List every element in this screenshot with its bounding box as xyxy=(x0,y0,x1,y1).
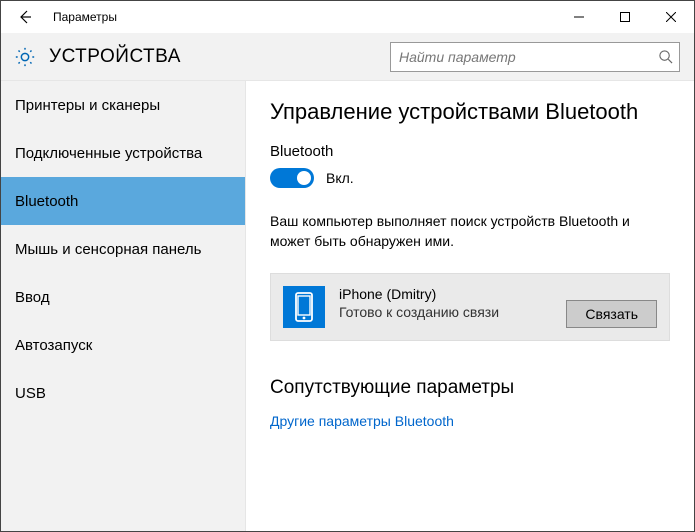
sidebar: Принтеры и сканеры Подключенные устройст… xyxy=(1,81,246,531)
sidebar-item-label: Ввод xyxy=(15,289,50,306)
related-heading: Сопутствующие параметры xyxy=(270,377,670,399)
sidebar-item-usb[interactable]: USB xyxy=(1,369,245,417)
page-title: Управление устройствами Bluetooth xyxy=(270,99,670,125)
sidebar-item-label: Подключенные устройства xyxy=(15,145,202,162)
sidebar-item-bluetooth[interactable]: Bluetooth xyxy=(1,177,245,225)
search-box[interactable] xyxy=(390,42,680,72)
maximize-button[interactable] xyxy=(602,1,648,33)
bluetooth-toggle[interactable] xyxy=(270,168,314,188)
phone-icon xyxy=(283,286,325,328)
sidebar-item-label: Bluetooth xyxy=(15,193,78,210)
sidebar-item-label: Автозапуск xyxy=(15,337,92,354)
sidebar-item-connected-devices[interactable]: Подключенные устройства xyxy=(1,129,245,177)
close-button[interactable] xyxy=(648,1,694,33)
window-title: Параметры xyxy=(49,10,556,24)
sidebar-item-printers[interactable]: Принтеры и сканеры xyxy=(1,81,245,129)
header: УСТРОЙСТВА xyxy=(1,33,694,81)
sidebar-item-label: USB xyxy=(15,385,46,402)
main-panel: Управление устройствами Bluetooth Blueto… xyxy=(246,81,694,531)
content: Принтеры и сканеры Подключенные устройст… xyxy=(1,81,694,531)
toggle-state: Вкл. xyxy=(326,170,354,186)
device-status: Готово к созданию связи xyxy=(339,304,499,320)
search-icon xyxy=(658,49,673,64)
sidebar-item-autoplay[interactable]: Автозапуск xyxy=(1,321,245,369)
minimize-button[interactable] xyxy=(556,1,602,33)
sidebar-item-mouse-touchpad[interactable]: Мышь и сенсорная панель xyxy=(1,225,245,273)
back-button[interactable] xyxy=(1,1,49,33)
device-card[interactable]: iPhone (Dmitry) Готово к созданию связи … xyxy=(270,273,670,341)
device-name: iPhone (Dmitry) xyxy=(339,286,499,302)
section-title: УСТРОЙСТВА xyxy=(49,46,390,68)
sidebar-item-input[interactable]: Ввод xyxy=(1,273,245,321)
sidebar-item-label: Мышь и сенсорная панель xyxy=(15,241,201,258)
sidebar-item-label: Принтеры и сканеры xyxy=(15,97,160,114)
search-input[interactable] xyxy=(399,49,658,65)
bluetooth-description: Ваш компьютер выполняет поиск устройств … xyxy=(270,212,670,251)
bluetooth-toggle-row: Вкл. xyxy=(270,168,670,188)
pair-button[interactable]: Связать xyxy=(566,300,657,328)
gear-icon xyxy=(1,46,49,68)
related-link-bluetooth[interactable]: Другие параметры Bluetooth xyxy=(270,413,670,429)
arrow-left-icon xyxy=(17,9,33,25)
toggle-label: Bluetooth xyxy=(270,143,670,160)
titlebar: Параметры xyxy=(1,1,694,33)
